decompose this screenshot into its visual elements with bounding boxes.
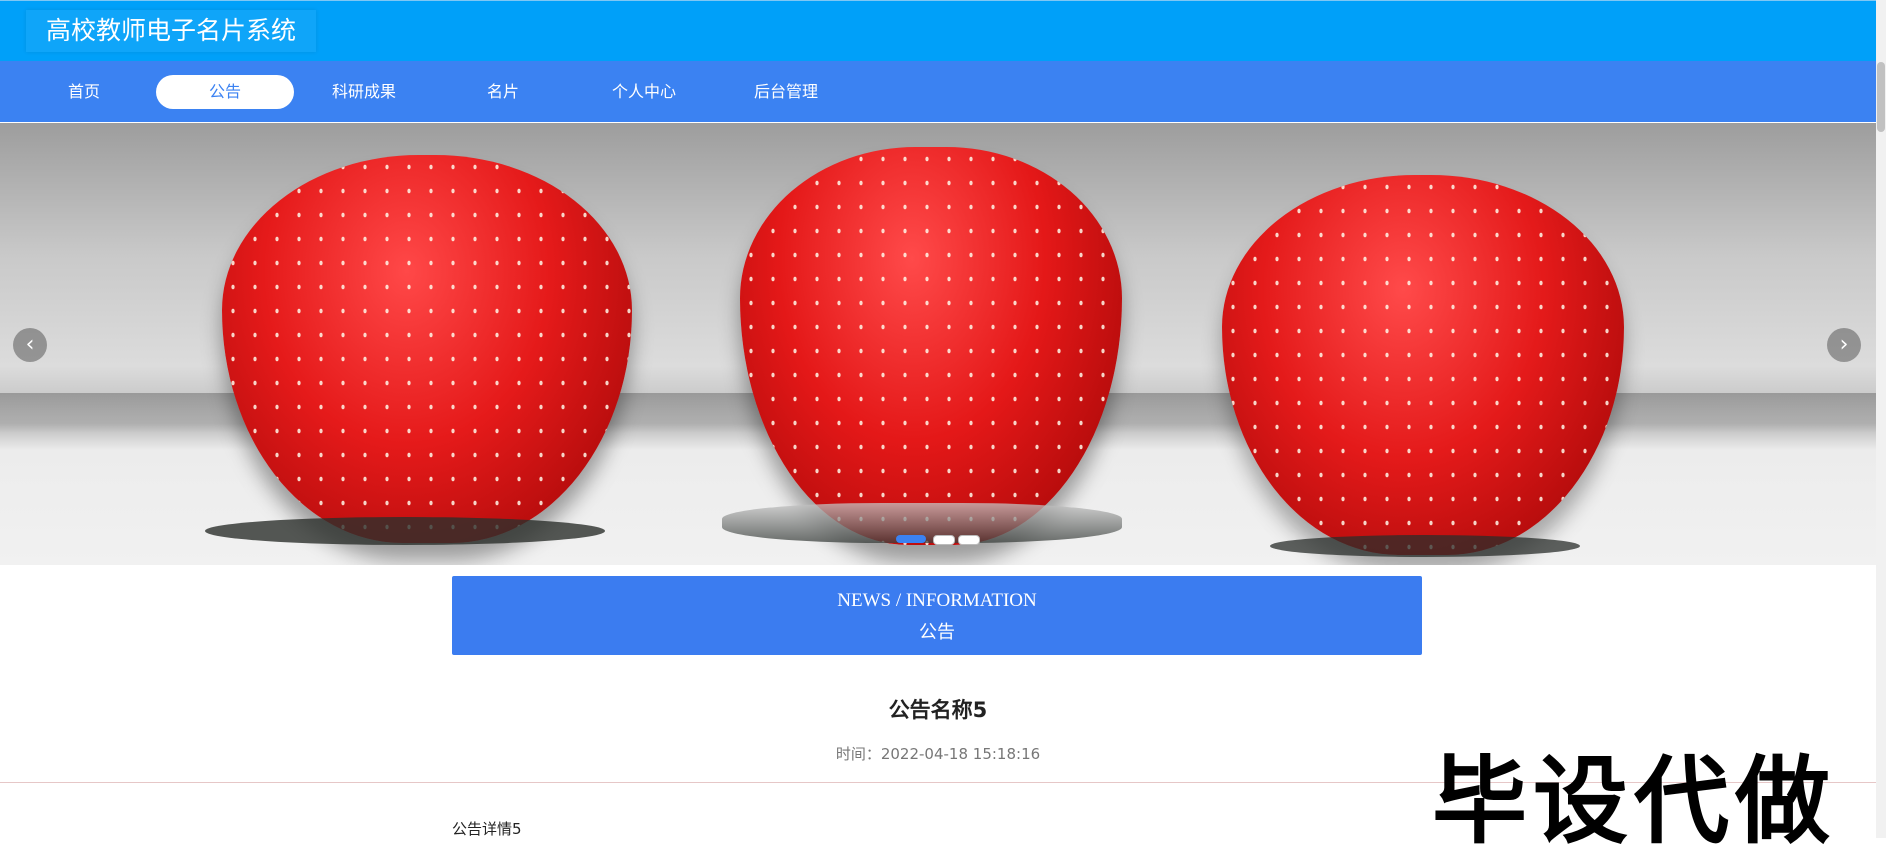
strawberry-leaves-right bbox=[1270, 535, 1580, 557]
carousel-indicator-1[interactable] bbox=[896, 535, 926, 543]
nav-item-home[interactable]: 首页 bbox=[15, 75, 153, 109]
strawberry-image-left bbox=[222, 155, 632, 543]
carousel-next-button[interactable]: › bbox=[1827, 328, 1861, 362]
carousel-indicator-2[interactable] bbox=[933, 535, 955, 545]
chevron-left-icon: ‹ bbox=[25, 332, 35, 357]
chevron-right-icon: › bbox=[1839, 332, 1849, 357]
section-header: NEWS / INFORMATION 公告 bbox=[452, 576, 1422, 655]
scrollbar-thumb[interactable] bbox=[1877, 62, 1885, 132]
nav-item-business-card[interactable]: 名片 bbox=[434, 75, 572, 109]
carousel-banner[interactable]: ‹ › bbox=[0, 123, 1876, 565]
nav-item-research[interactable]: 科研成果 bbox=[295, 75, 433, 109]
top-header-bar: 高校教师电子名片系统 bbox=[0, 0, 1876, 62]
section-title-en: NEWS / INFORMATION bbox=[837, 590, 1037, 611]
article-title: 公告名称5 bbox=[888, 698, 988, 722]
strawberry-seeds bbox=[1222, 175, 1624, 555]
system-title: 高校教师电子名片系统 bbox=[26, 10, 317, 52]
strawberry-seeds bbox=[740, 147, 1122, 545]
section-title-cn: 公告 bbox=[919, 622, 955, 643]
strawberry-image-center bbox=[740, 147, 1122, 545]
strawberry-image-right bbox=[1222, 175, 1624, 555]
nav-item-admin[interactable]: 后台管理 bbox=[717, 75, 855, 109]
page-scrollbar[interactable] bbox=[1876, 0, 1886, 838]
article-body: 公告详情5 bbox=[452, 820, 522, 838]
watermark-text: 毕设代做 bbox=[1432, 747, 1837, 857]
strawberry-leaves-left bbox=[205, 517, 605, 545]
nav-item-personal-center[interactable]: 个人中心 bbox=[575, 75, 713, 109]
nav-item-announcements[interactable]: 公告 bbox=[156, 75, 294, 109]
main-nav: 首页 公告 科研成果 名片 个人中心 后台管理 bbox=[0, 61, 1876, 122]
strawberry-seeds bbox=[222, 155, 632, 543]
carousel-prev-button[interactable]: ‹ bbox=[13, 328, 47, 362]
carousel-indicator-3[interactable] bbox=[958, 535, 980, 545]
